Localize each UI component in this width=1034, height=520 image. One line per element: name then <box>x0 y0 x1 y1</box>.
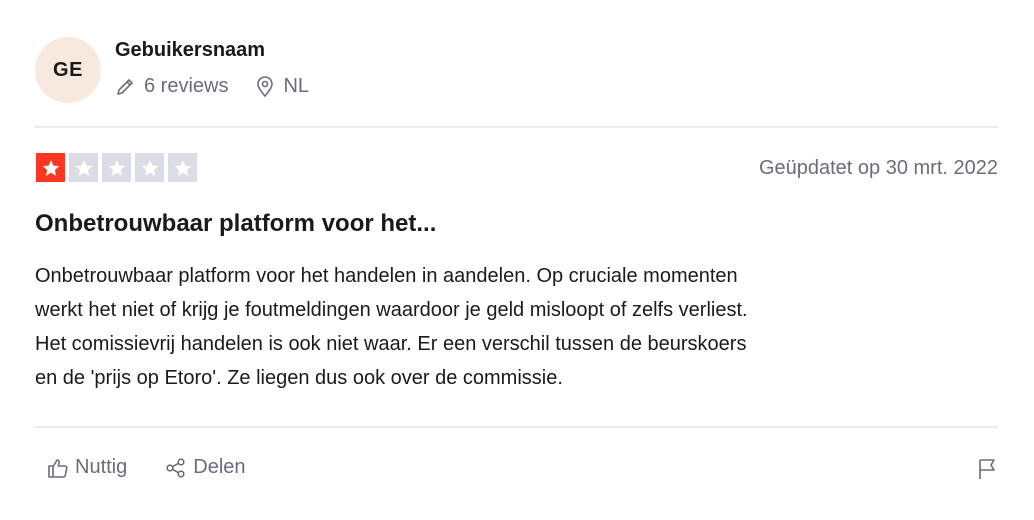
country-label: NL <box>283 75 310 97</box>
location-pin-icon <box>257 75 274 97</box>
star-empty-icon <box>102 153 131 182</box>
thumbs-up-icon <box>48 458 68 478</box>
star-filled-icon <box>36 153 65 182</box>
star-rating <box>36 153 201 182</box>
review-body: Onbetrouwbaar platform voor het handelen… <box>35 259 1005 395</box>
divider-top <box>35 126 998 128</box>
star-empty-icon <box>168 153 197 182</box>
reviewer-avatar[interactable]: GE <box>35 37 101 103</box>
review-title[interactable]: Onbetrouwbaar platform voor het... <box>35 210 436 238</box>
divider-bottom <box>35 426 998 428</box>
share-icon <box>166 457 185 478</box>
flag-icon <box>979 459 995 479</box>
review-count: 6 reviews <box>115 75 228 98</box>
review-body-line: Het comissievrij handelen is ook niet wa… <box>35 333 747 355</box>
share-label: Delen <box>193 456 246 478</box>
useful-button[interactable]: Nuttig <box>47 456 127 479</box>
reviewer-location: NL <box>256 75 309 98</box>
star-empty-icon <box>69 153 98 182</box>
review-date: Geüpdatet op 30 mrt. 2022 <box>758 157 998 179</box>
report-button[interactable] <box>976 457 998 486</box>
avatar-initials: GE <box>53 58 83 81</box>
pencil-icon <box>117 78 133 95</box>
review-body-line: werkt het niet of krijg je foutmeldingen… <box>35 299 748 321</box>
review-body-line: en de 'prijs op Etoro'. Ze liegen dus oo… <box>35 367 563 389</box>
review-actions: Nuttig Delen <box>47 456 246 479</box>
useful-label: Nuttig <box>75 456 128 478</box>
review-body-line: Onbetrouwbaar platform voor het handelen… <box>35 265 738 287</box>
reviewer-meta: 6 reviews NL <box>115 75 309 98</box>
star-empty-icon <box>135 153 164 182</box>
reviewer-name[interactable]: Gebuikersnaam <box>115 39 265 62</box>
review-count-label: 6 reviews <box>144 75 229 97</box>
share-button[interactable]: Delen <box>165 456 246 479</box>
